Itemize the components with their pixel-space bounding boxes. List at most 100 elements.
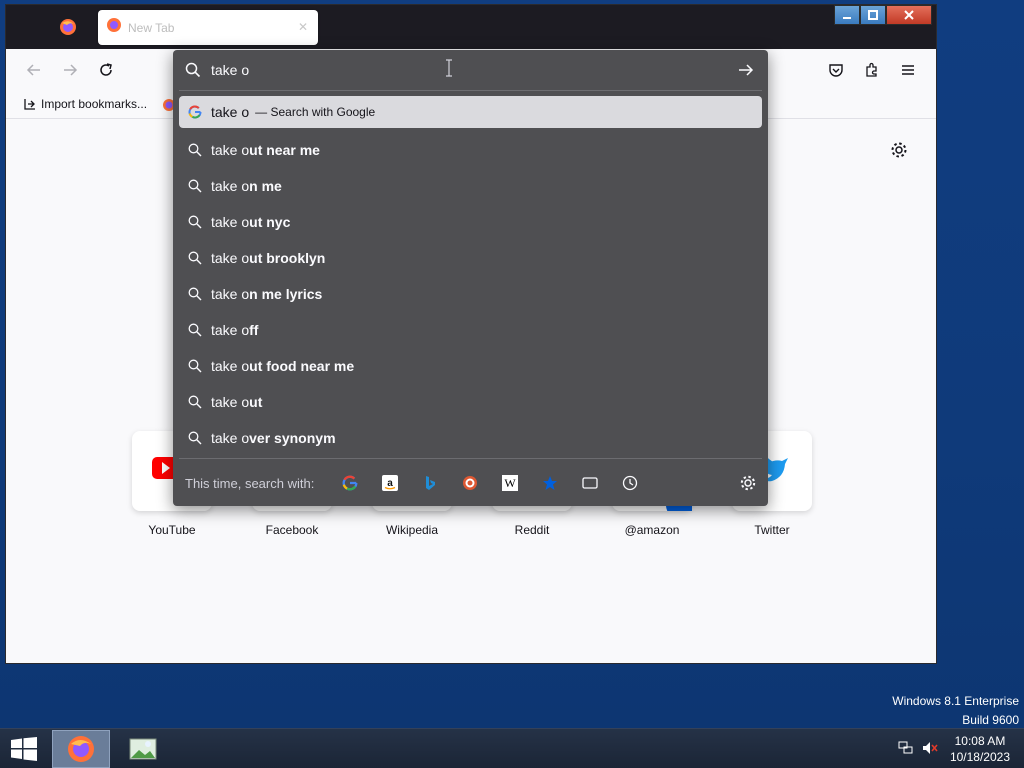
- suggestion-completion: ut: [249, 394, 263, 410]
- search-icon: [187, 142, 203, 158]
- forward-button[interactable]: [58, 58, 82, 82]
- top-site-label: Facebook: [265, 523, 319, 537]
- pocket-icon: [829, 64, 843, 77]
- suggestion-item[interactable]: take o ff: [179, 312, 762, 348]
- extensions-button[interactable]: [860, 58, 884, 82]
- suggestion-completion: ff: [249, 322, 259, 338]
- suggestion-completion: n me lyrics: [249, 286, 323, 302]
- suggestion-typed: take o: [211, 358, 250, 374]
- suggestion-completion: n me: [249, 178, 282, 194]
- top-site-label: Reddit: [514, 523, 550, 537]
- top-site-label: YouTube: [148, 523, 196, 537]
- suggestion-text: take o: [211, 104, 250, 120]
- tab-strip: New Tab ✕: [6, 5, 936, 49]
- watermark-edition: Windows 8.1 Enterprise: [892, 694, 1019, 708]
- search-icon: [187, 286, 203, 302]
- taskbar: 10:08 AM 10/18/2023: [0, 728, 1024, 768]
- suggestion-typed: take o: [211, 394, 250, 410]
- google-icon[interactable]: [341, 474, 359, 492]
- amazon-icon[interactable]: a: [381, 474, 399, 492]
- taskbar-image-viewer-button[interactable]: [118, 730, 168, 768]
- minimize-button[interactable]: [834, 5, 860, 25]
- suggestion-typed: take o: [211, 214, 250, 230]
- urlbar-dropdown: take o — Search with Google take out nea…: [173, 50, 768, 506]
- maximize-button[interactable]: [860, 5, 886, 25]
- suggestion-action: — Search with Google: [255, 105, 376, 119]
- go-arrow-icon[interactable]: [737, 61, 755, 84]
- back-button[interactable]: [22, 58, 46, 82]
- top-site-label: Wikipedia: [385, 523, 439, 537]
- firefox-view-icon[interactable]: [58, 17, 78, 37]
- suggestion-item[interactable]: take o ver synonym: [179, 420, 762, 456]
- tab-new-tab[interactable]: New Tab ✕: [98, 10, 318, 45]
- suggestion-typed: take o: [211, 250, 250, 266]
- volume-muted-icon[interactable]: [922, 741, 938, 760]
- search-icon: [187, 322, 203, 338]
- picture-icon: [129, 738, 157, 760]
- app-menu-button[interactable]: [896, 58, 920, 82]
- text-cursor-icon: [445, 59, 453, 82]
- top-site-label: Twitter: [754, 523, 790, 537]
- windows-logo-icon: [11, 737, 37, 761]
- duckduckgo-icon[interactable]: [461, 474, 479, 492]
- reload-button[interactable]: [94, 58, 118, 82]
- suggestion-completion: ut brooklyn: [249, 250, 326, 266]
- search-icon: [187, 394, 203, 410]
- reload-icon: [100, 63, 112, 76]
- search-icon: [187, 178, 203, 194]
- suggestion-item[interactable]: take o ut: [179, 384, 762, 420]
- suggestion-item[interactable]: take o ut nyc: [179, 204, 762, 240]
- window-controls: [834, 5, 932, 25]
- bookmarks-star-icon[interactable]: [541, 474, 559, 492]
- suggestion-typed: take o: [211, 430, 250, 446]
- firefox-icon: [68, 736, 94, 762]
- start-button[interactable]: [10, 737, 38, 766]
- search-settings-gear-icon[interactable]: [739, 474, 757, 497]
- suggestion-typed: take o: [211, 322, 250, 338]
- back-arrow-icon: [26, 64, 40, 76]
- search-icon: [187, 250, 203, 266]
- suggestion-item[interactable]: take o ut near me: [179, 132, 762, 168]
- svg-text:a: a: [387, 478, 393, 489]
- clock-date: 10/18/2023: [949, 750, 1010, 764]
- hamburger-icon: [902, 65, 914, 75]
- search-icon: [185, 62, 201, 83]
- suggestion-completion: ut nyc: [249, 214, 291, 230]
- close-tab-icon[interactable]: ✕: [298, 20, 308, 34]
- import-bookmarks-label: Import bookmarks...: [41, 97, 148, 111]
- suggestion-item[interactable]: take o ut brooklyn: [179, 240, 762, 276]
- close-button[interactable]: [886, 5, 932, 25]
- urlbar-input[interactable]: [211, 60, 711, 80]
- tab-title: New Tab: [128, 20, 175, 35]
- windows-watermark: Windows 8.1 Enterprise Build 9600: [892, 692, 1019, 730]
- suggestion-item[interactable]: take on me: [179, 168, 762, 204]
- taskbar-firefox-button[interactable]: [52, 730, 110, 768]
- forward-arrow-icon: [64, 64, 78, 76]
- import-icon: [24, 99, 35, 110]
- suggestion-google-search[interactable]: take o — Search with Google: [179, 96, 762, 128]
- wikipedia-icon[interactable]: W: [501, 474, 519, 492]
- suggestion-typed: take o: [211, 142, 250, 158]
- tabs-icon[interactable]: [581, 474, 599, 492]
- firefox-favicon-icon: [106, 17, 122, 38]
- desktop: New Tab ✕ Import bookmarks... YouTube Fa…: [0, 0, 1024, 728]
- network-icon[interactable]: [898, 741, 914, 760]
- import-bookmarks-button[interactable]: Import bookmarks...: [24, 97, 147, 111]
- search-icon: [187, 358, 203, 374]
- newtab-settings-gear-icon[interactable]: [890, 141, 912, 163]
- puzzle-icon: [866, 62, 877, 77]
- suggestion-item[interactable]: take on me lyrics: [179, 276, 762, 312]
- top-site-label: @amazon: [624, 523, 680, 537]
- history-icon[interactable]: [621, 474, 639, 492]
- search-icon: [187, 214, 203, 230]
- suggestion-typed: take o: [211, 286, 250, 302]
- pocket-button[interactable]: [824, 58, 848, 82]
- suggestion-item[interactable]: take o ut food near me: [179, 348, 762, 384]
- oneoff-separator: [179, 458, 762, 459]
- bing-icon[interactable]: [421, 474, 439, 492]
- one-off-search-row: This time, search with: a W: [173, 467, 768, 499]
- suggestion-completion: ver synonym: [249, 430, 336, 446]
- urlbar-input-row: [173, 50, 768, 90]
- google-icon: [187, 104, 203, 120]
- system-clock[interactable]: 10:08 AM 10/18/2023: [950, 733, 1010, 765]
